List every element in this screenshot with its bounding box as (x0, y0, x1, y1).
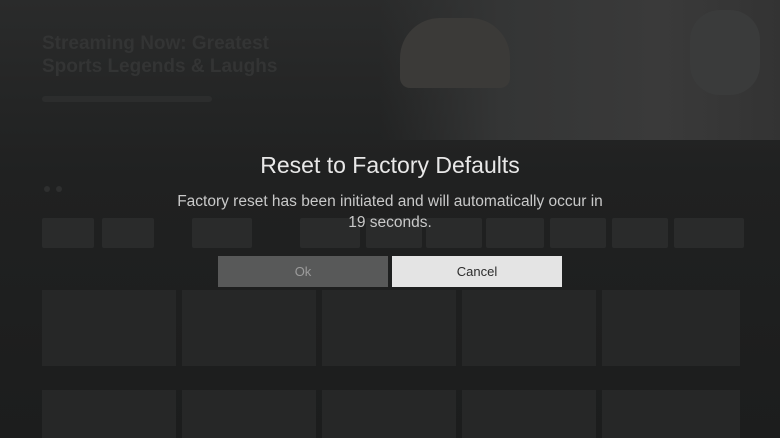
cancel-button[interactable]: Cancel (392, 256, 562, 287)
ok-button[interactable]: Ok (218, 256, 388, 287)
dialog-message: Factory reset has been initiated and wil… (177, 193, 603, 231)
factory-reset-dialog: Reset to Factory Defaults Factory reset … (0, 0, 780, 438)
dialog-title: Reset to Factory Defaults (260, 152, 520, 178)
tv-screen: Streaming Now: Greatest Sports Legends &… (0, 0, 780, 438)
